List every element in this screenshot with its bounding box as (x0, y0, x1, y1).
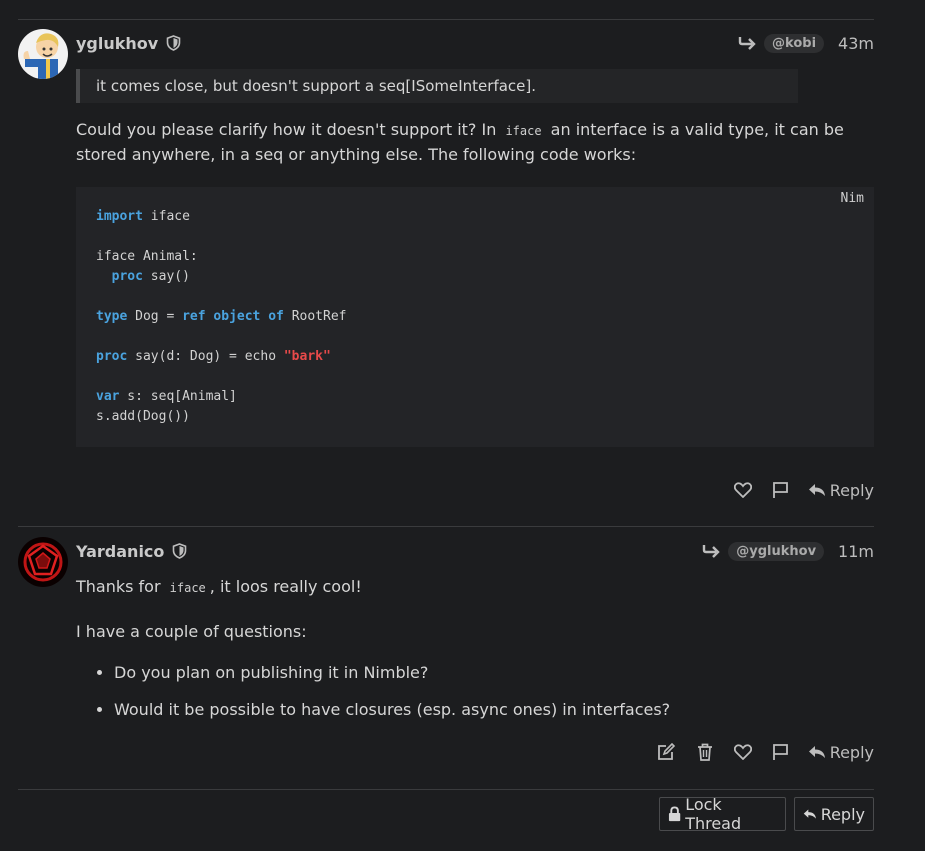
code-string: "bark" (283, 349, 331, 364)
divider (18, 526, 874, 527)
reply-to[interactable]: @yglukhov 11m (702, 541, 874, 561)
list-item: Would it be possible to have closures (e… (114, 698, 874, 722)
paragraph-text: Thanks for (76, 577, 166, 596)
reply-to-mention[interactable]: @yglukhov (728, 541, 825, 561)
post-body: it comes close, but doesn't support a se… (76, 69, 874, 447)
divider (18, 19, 874, 20)
like-heart-icon[interactable] (732, 479, 754, 501)
code-text: iface Animal: (96, 249, 198, 264)
reply-button[interactable]: Reply (808, 481, 874, 500)
code-text: RootRef (283, 309, 347, 324)
post-paragraph: Could you please clarify how it doesn't … (76, 118, 866, 167)
reply-label: Reply (829, 480, 874, 500)
post-paragraph: I have a couple of questions: (76, 622, 307, 641)
bullet-list: Do you plan on publishing it in Nimble? … (76, 661, 874, 722)
shield-icon (166, 35, 181, 51)
divider (18, 789, 874, 790)
lock-thread-button[interactable]: Lock Thread (659, 795, 786, 833)
blockquote: it comes close, but doesn't support a se… (76, 69, 798, 103)
reply-label: Reply (829, 742, 874, 762)
code-block: Nim import iface iface Animal: proc say(… (76, 187, 874, 447)
code-content: import iface iface Animal: proc say() ty… (96, 207, 854, 427)
like-heart-icon[interactable] (732, 741, 754, 763)
reply-button[interactable]: Reply (808, 743, 874, 762)
lock-thread-label: Lock Thread (685, 795, 742, 833)
edit-icon[interactable] (656, 741, 678, 763)
code-language: Nim (840, 191, 864, 206)
code-text: s: seq[Animal] (119, 389, 237, 404)
list-item: Do you plan on publishing it in Nimble? (114, 661, 874, 685)
paragraph-text: Could you please clarify how it doesn't … (76, 120, 502, 139)
inline-code: iface (505, 124, 542, 138)
code-keyword: of (268, 309, 284, 324)
reply-icon (808, 484, 825, 496)
lock-icon (668, 806, 681, 822)
code-keyword: proc (111, 269, 143, 284)
code-text: say(d: Dog) = echo (127, 349, 284, 364)
reply-to-mention[interactable]: @kobi (764, 33, 825, 53)
avatar[interactable] (18, 537, 68, 587)
code-keyword: object (213, 309, 261, 324)
code-keyword: var (96, 389, 120, 404)
paragraph-text: , it loos really cool! (209, 577, 362, 596)
post-time[interactable]: 43m (838, 34, 874, 53)
reply-arrow-icon (738, 36, 756, 50)
reply-to[interactable]: @kobi 43m (738, 33, 874, 53)
post-body: Thanks for iface, it loos really cool! I… (76, 575, 874, 735)
code-keyword: type (96, 309, 128, 324)
code-text: s.add(Dog()) (96, 409, 190, 424)
post-time[interactable]: 11m (838, 542, 874, 561)
post-header: yglukhov @kobi 43m (76, 31, 874, 55)
code-keyword: proc (96, 349, 128, 364)
reply-thread-label: Reply (820, 804, 865, 824)
username[interactable]: yglukhov (76, 34, 158, 53)
code-text: say() (142, 269, 190, 284)
flag-icon[interactable] (770, 479, 792, 501)
username[interactable]: Yardanico (76, 542, 164, 561)
reply-thread-button[interactable]: Reply (794, 797, 874, 831)
shield-icon (172, 543, 187, 559)
code-keyword: import (96, 209, 143, 224)
inline-code: iface (169, 581, 206, 595)
post-actions: Reply (732, 479, 874, 501)
code-keyword: ref (182, 309, 206, 324)
avatar[interactable] (18, 29, 68, 79)
quote-text: it comes close, but doesn't support a se… (96, 77, 537, 95)
reply-icon (808, 746, 825, 758)
code-text: Dog = (127, 309, 183, 324)
post-actions: Reply (656, 741, 874, 763)
flag-icon[interactable] (770, 741, 792, 763)
post-header: Yardanico @yglukhov 11m (76, 539, 874, 563)
reply-icon (803, 809, 816, 819)
code-text: iface (142, 209, 190, 224)
post-paragraph: Thanks for iface, it loos really cool! (76, 575, 874, 600)
trash-icon[interactable] (694, 741, 716, 763)
reply-arrow-icon (702, 544, 720, 558)
